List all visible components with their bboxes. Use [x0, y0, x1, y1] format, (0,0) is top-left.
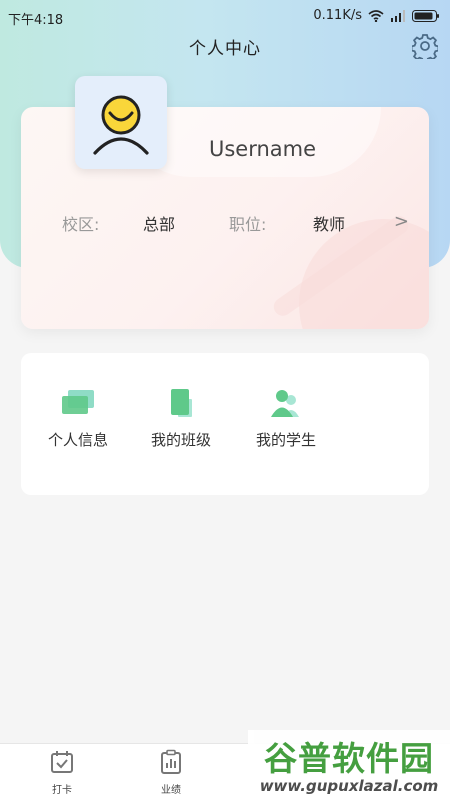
position-label: 职位:	[229, 215, 267, 234]
status-bar: 下午4:18 0.11K/s	[0, 0, 450, 34]
watermark: 谷普软件园 www.gupuxlazal.com	[248, 730, 450, 800]
network-speed: 0.11K/s	[313, 8, 362, 23]
profile-info-row: 校区: 总部 职位: 教师	[21, 211, 429, 239]
battery-icon	[412, 9, 439, 22]
signal-icon	[391, 9, 405, 22]
chevron-right-icon[interactable]: >	[394, 211, 409, 232]
clipboard-chart-icon	[161, 749, 181, 774]
tab-check-in[interactable]: 打卡	[32, 749, 92, 796]
users-icon	[271, 390, 299, 417]
position-value: 教师	[313, 215, 346, 234]
watermark-url: www.gupuxlazal.com	[259, 777, 439, 795]
gear-icon	[410, 34, 440, 63]
menu-item-my-students[interactable]: 我的学生	[241, 385, 331, 450]
menu-item-personal-info[interactable]: 个人信息	[33, 385, 123, 450]
menu-item-label: 个人信息	[47, 431, 108, 449]
tab-performance[interactable]: 业绩	[141, 749, 201, 796]
username: Username	[209, 137, 317, 161]
page-title: 个人中心	[189, 39, 261, 59]
book-icon	[171, 389, 192, 417]
menu-item-my-classes[interactable]: 我的班级	[136, 385, 226, 450]
watermark-title: 谷普软件园	[264, 739, 434, 778]
status-indicators: 0.11K/s	[313, 8, 440, 23]
tab-label: 业绩	[161, 785, 181, 796]
tab-label: 打卡	[52, 785, 72, 796]
avatar[interactable]	[75, 76, 167, 169]
status-time: 下午4:18	[8, 13, 64, 28]
menu-item-label: 我的学生	[255, 431, 316, 449]
menu-card: 个人信息 我的班级 我的学生	[21, 353, 429, 495]
campus-value: 总部	[143, 215, 176, 234]
calendar-check-icon	[51, 751, 73, 773]
id-card-icon	[62, 390, 94, 414]
menu-item-label: 我的班级	[150, 431, 211, 449]
campus-label: 校区:	[62, 215, 100, 234]
smiley-face-icon	[93, 95, 149, 155]
settings-button[interactable]	[410, 33, 440, 63]
wifi-icon	[368, 9, 384, 22]
